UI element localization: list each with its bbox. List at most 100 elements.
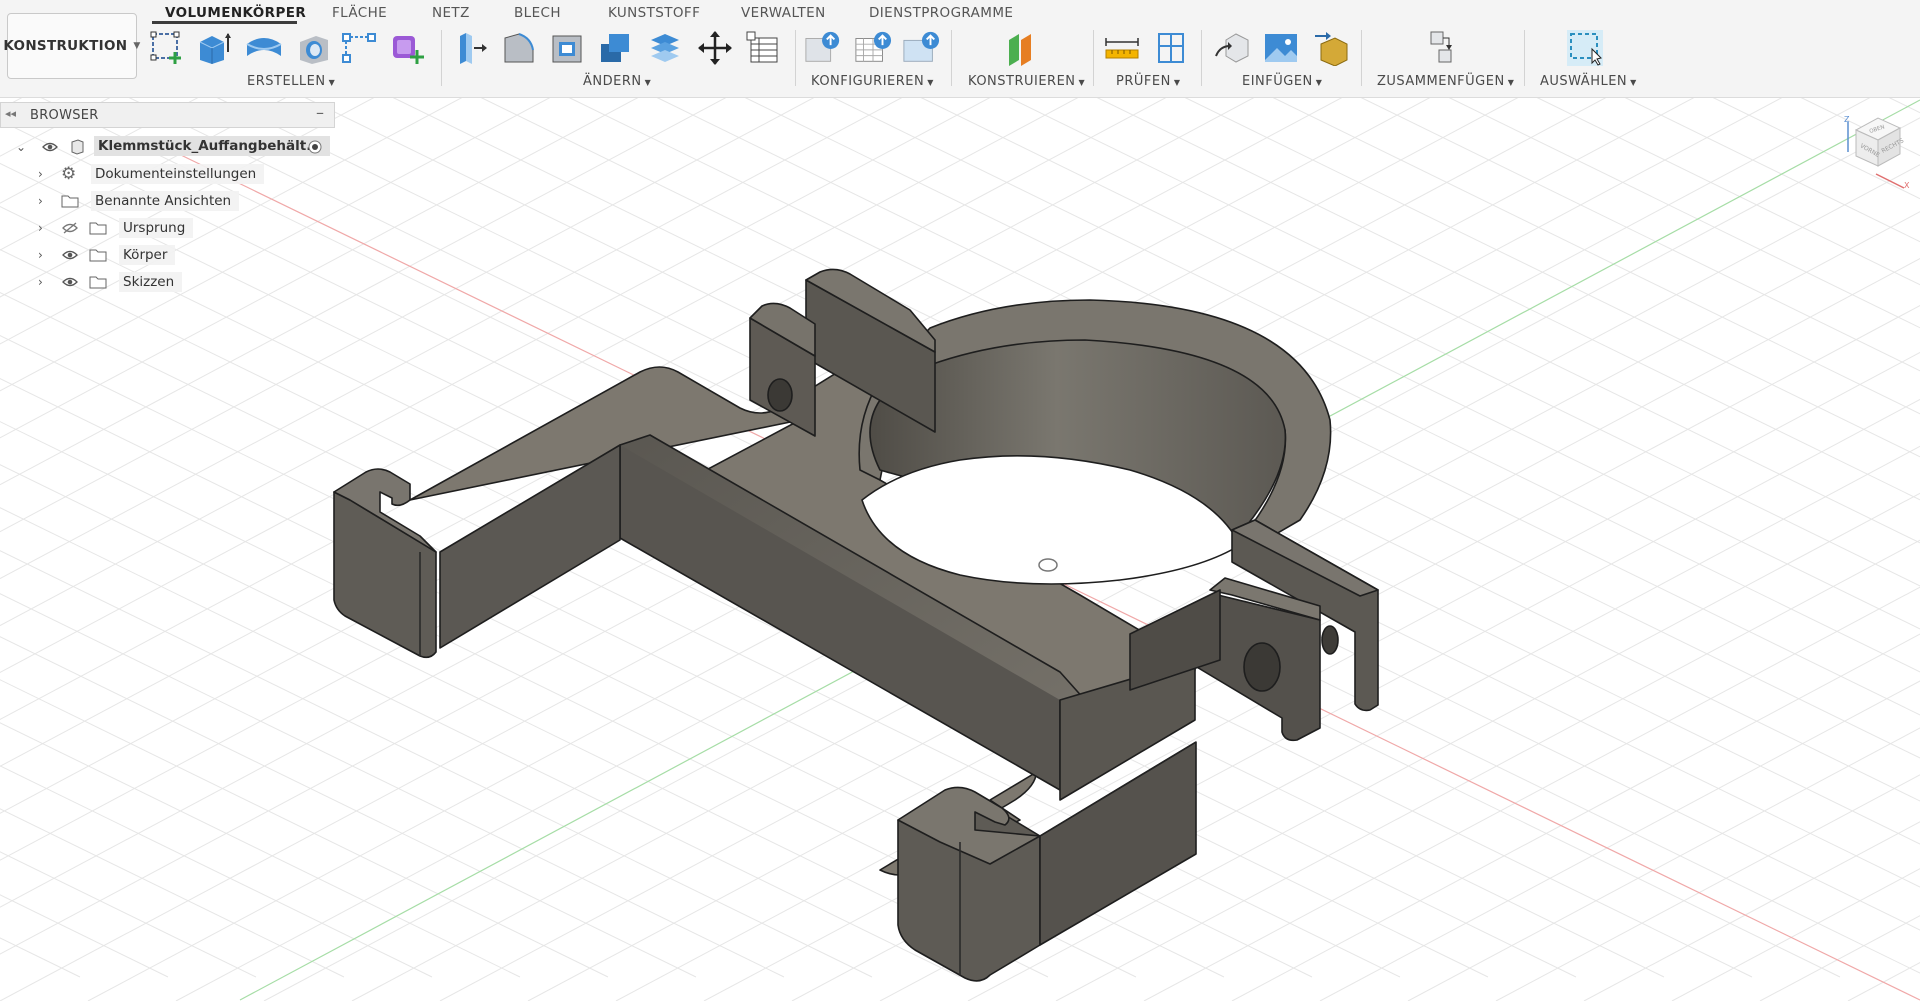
browser-title: BROWSER	[30, 108, 99, 123]
combine-button[interactable]	[596, 28, 634, 68]
revolve-button[interactable]	[245, 28, 283, 68]
pattern-button[interactable]	[340, 28, 378, 68]
chevron-down-icon[interactable]: ⌄	[16, 140, 26, 154]
new-component-button[interactable]	[1424, 28, 1462, 68]
measure-button[interactable]	[1103, 28, 1141, 68]
document-name: Klemmstück_Auffangbehält...	[94, 136, 330, 156]
move-icon	[698, 31, 732, 65]
group-auswaehlen[interactable]: AUSWÄHLEN ▼	[1540, 74, 1637, 89]
toolbar-separator	[1361, 30, 1362, 86]
press-pull-button[interactable]	[451, 28, 489, 68]
insert-derive-button[interactable]	[1213, 28, 1251, 68]
configure-icon	[805, 31, 840, 62]
grid-line	[1759, 915, 1920, 1001]
tab-verwalten[interactable]: VERWALTEN	[741, 5, 826, 21]
group-konstruieren[interactable]: KONSTRUIEREN ▼	[968, 74, 1085, 89]
construct-plane-button[interactable]	[1004, 28, 1042, 68]
press-pull-icon	[460, 33, 487, 64]
folder-icon	[61, 195, 79, 208]
combine-icon	[601, 34, 629, 62]
create-form-button[interactable]	[388, 28, 426, 68]
folder-icon	[89, 222, 107, 235]
parameters-button[interactable]	[744, 28, 782, 68]
group-aendern[interactable]: ÄNDERN ▼	[583, 74, 651, 89]
select-button[interactable]	[1566, 28, 1604, 68]
tab-flaeche[interactable]: FLÄCHE	[332, 5, 387, 21]
component-icon	[1430, 31, 1452, 63]
grid-line	[1671, 868, 1920, 1001]
section-analysis-icon	[1158, 33, 1184, 63]
group-konfigurieren[interactable]: KONFIGURIEREN ▼	[811, 74, 934, 89]
grid-line	[1495, 774, 1920, 1001]
eye-icon[interactable]	[62, 249, 78, 261]
eye-icon[interactable]	[42, 141, 58, 153]
document-icon	[71, 139, 84, 155]
group-erstellen[interactable]: ERSTELLEN ▼	[247, 74, 335, 89]
chevron-right-icon[interactable]: ›	[38, 167, 43, 181]
tree-item-label: Körper	[119, 245, 176, 265]
chevron-right-icon[interactable]: ›	[38, 221, 43, 235]
browser-header: ◂◂ BROWSER –	[0, 102, 335, 128]
grid-line	[1359, 97, 1920, 372]
config-tool-1[interactable]	[804, 28, 842, 68]
insert-canvas-button[interactable]	[1262, 28, 1300, 68]
grid-line	[1711, 97, 1920, 200]
grid-line	[1183, 97, 1920, 458]
bracket-model[interactable]	[333, 268, 1379, 982]
browser-panel: ◂◂ BROWSER – ⌄ Klemmstück_Auffangbehält.…	[0, 102, 335, 295]
ruler-icon	[1105, 38, 1139, 59]
derive-icon	[1215, 33, 1249, 63]
section-analysis-button[interactable]	[1152, 28, 1190, 68]
grid-line	[1887, 97, 1920, 114]
offset-face-button[interactable]	[646, 28, 684, 68]
tab-volumenkoerper[interactable]: VOLUMENKÖRPER	[165, 5, 306, 21]
extrude-icon	[199, 33, 231, 64]
hole-button[interactable]	[295, 28, 333, 68]
extrude-button[interactable]	[195, 28, 233, 68]
select-icon	[1567, 30, 1603, 66]
radio-active-icon[interactable]	[307, 139, 323, 155]
config-tool-3[interactable]	[902, 28, 940, 68]
config-tool-2[interactable]	[854, 28, 892, 68]
gear-icon: ⚙	[61, 164, 77, 184]
chevron-right-icon[interactable]: ›	[38, 275, 43, 289]
tab-netz[interactable]: NETZ	[432, 5, 470, 21]
grid-line	[1407, 727, 1920, 1001]
plane-icon	[1009, 34, 1031, 66]
tab-dienstprogramme[interactable]: DIENSTPROGRAMME	[869, 5, 1013, 21]
shell-button[interactable]	[548, 28, 586, 68]
toolbar-separator	[951, 30, 952, 86]
eye-hidden-icon[interactable]	[62, 222, 78, 234]
sketch-icon	[150, 31, 181, 64]
grid-line	[1535, 97, 1920, 286]
grid-line	[1799, 97, 1920, 157]
svg-text:X: X	[1904, 181, 1910, 190]
chevron-right-icon[interactable]: ›	[38, 248, 43, 262]
tab-kunststoff[interactable]: KUNSTSTOFF	[608, 5, 700, 21]
grid-line	[1583, 821, 1920, 1001]
pattern-icon	[342, 33, 376, 63]
tree-item-label: Ursprung	[119, 218, 194, 238]
chevron-right-icon[interactable]: ›	[38, 194, 43, 208]
move-button[interactable]	[696, 28, 734, 68]
toolbar-separator	[1201, 30, 1202, 86]
group-pruefen[interactable]: PRÜFEN ▼	[1116, 74, 1180, 89]
folder-icon	[89, 276, 107, 289]
image-icon	[1265, 34, 1297, 62]
config-table-icon	[855, 31, 892, 62]
minimize-icon[interactable]: –	[316, 103, 324, 122]
tree-root[interactable]: ⌄ Klemmstück_Auffangbehält...	[0, 136, 335, 158]
eye-icon[interactable]	[62, 276, 78, 288]
insert-mesh-button[interactable]	[1312, 28, 1350, 68]
table-icon	[746, 31, 778, 63]
view-cube[interactable]: Z X OBEN VORNE RECHTS	[1836, 112, 1916, 192]
fillet-button[interactable]	[500, 28, 538, 68]
group-einfuegen[interactable]: EINFÜGEN ▼	[1242, 74, 1322, 89]
create-sketch-button[interactable]	[148, 28, 186, 68]
grid-line	[1271, 97, 1920, 415]
collapse-panel-icon[interactable]: ◂◂	[5, 107, 16, 120]
group-zusammenfuegen[interactable]: ZUSAMMENFÜGEN ▼	[1377, 74, 1514, 89]
tab-blech[interactable]: BLECH	[514, 5, 561, 21]
toolbar: KONSTRUKTION ▼ VOLUMENKÖRPER FLÄCHE NETZ …	[0, 0, 1920, 98]
bolt-hole-left	[767, 378, 793, 412]
